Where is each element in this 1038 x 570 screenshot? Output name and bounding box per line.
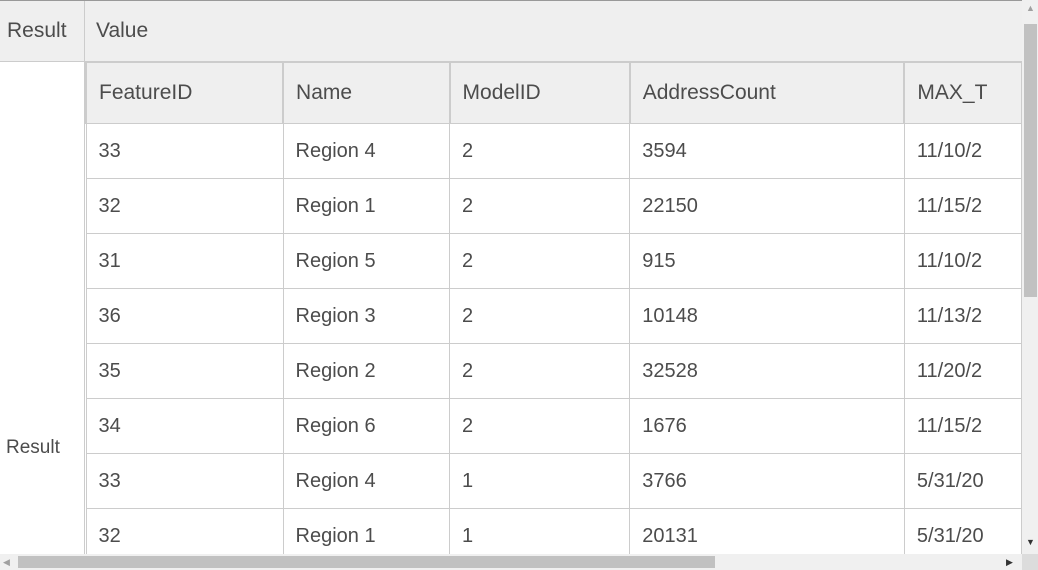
table-cell: Region 4 (282, 123, 451, 179)
table-cell: 5/31/20 (903, 508, 1022, 554)
column-header-featureid[interactable]: FeatureID (84, 62, 284, 124)
table-row: 33 Region 4 1 3766 5/31/20 (85, 453, 1022, 509)
table-cell: 32528 (629, 343, 905, 399)
scroll-right-icon[interactable]: ▶ (1006, 558, 1013, 567)
table-row: 34 Region 6 2 1676 11/15/2 (85, 398, 1022, 454)
table-cell: 5/31/20 (903, 453, 1022, 509)
table-row: 31 Region 5 2 915 11/10/2 (85, 233, 1022, 289)
scroll-up-icon[interactable]: ▲ (1026, 4, 1035, 13)
vertical-scrollbar[interactable]: ▲ ▼ (1022, 0, 1038, 554)
table-cell: Region 5 (282, 233, 451, 289)
vertical-scroll-thumb[interactable] (1024, 24, 1037, 297)
column-header-name[interactable]: Name (282, 62, 451, 124)
table-cell: 32 (85, 178, 284, 234)
column-header-max_t[interactable]: MAX_T (903, 62, 1022, 124)
table-cell: 2 (449, 343, 631, 399)
table-cell: 36 (85, 288, 284, 344)
table-row: 36 Region 3 2 10148 11/13/2 (85, 288, 1022, 344)
scroll-left-icon[interactable]: ◀ (3, 558, 10, 567)
table-row: 32 Region 1 1 20131 5/31/20 (85, 508, 1022, 554)
table-cell: 10148 (629, 288, 905, 344)
table-cell: 33 (85, 123, 284, 179)
table-cell: 2 (449, 288, 631, 344)
table-cell: 31 (85, 233, 284, 289)
table-cell: 2 (449, 398, 631, 454)
table-cell: 1676 (629, 398, 905, 454)
table-cell: 915 (629, 233, 905, 289)
table-cell: 11/15/2 (903, 398, 1022, 454)
table-cell: 22150 (629, 178, 905, 234)
horizontal-scrollbar[interactable]: ◀ ▶ (0, 554, 1022, 570)
table-cell: 34 (85, 398, 284, 454)
table-cell: Region 2 (282, 343, 451, 399)
table-cell: 11/13/2 (903, 288, 1022, 344)
table-cell: 11/10/2 (903, 233, 1022, 289)
table-cell: 35 (85, 343, 284, 399)
scroll-down-icon[interactable]: ▼ (1026, 538, 1035, 547)
table-cell: Region 4 (282, 453, 451, 509)
table-cell: Region 6 (282, 398, 451, 454)
value-table: FeatureID Name ModelID AddressCount MAX_T 33… (84, 62, 1022, 554)
column-header-addresscount[interactable]: AddressCount (628, 62, 905, 124)
table-cell: 11/15/2 (903, 178, 1022, 234)
outer-header-row: Result Value (0, 1, 1022, 62)
table-cell: Region 1 (282, 178, 451, 234)
table-cell: 2 (449, 178, 631, 234)
horizontal-scroll-thumb[interactable] (18, 556, 715, 568)
table-header-row: FeatureID Name ModelID AddressCount MAX_T (84, 62, 1022, 124)
table-cell: Region 1 (282, 508, 451, 554)
result-row-label: Result (0, 62, 85, 554)
table-cell: 33 (85, 453, 284, 509)
table-cell: 1 (449, 508, 631, 554)
table-cell: 11/10/2 (903, 123, 1022, 179)
table-row: 32 Region 1 2 22150 11/15/2 (85, 178, 1022, 234)
table-cell: 1 (449, 453, 631, 509)
result-column-header: Result (0, 1, 85, 61)
table-cell: 3766 (629, 453, 905, 509)
table-cell: 3594 (629, 123, 905, 179)
table-cell: 2 (449, 123, 631, 179)
scrollbar-corner (1022, 554, 1038, 570)
column-header-modelid[interactable]: ModelID (448, 62, 631, 124)
value-column-header: Value (96, 19, 149, 42)
table-row: 33 Region 4 2 3594 11/10/2 (85, 123, 1022, 179)
table-row: 35 Region 2 2 32528 11/20/2 (85, 343, 1022, 399)
table-cell: 2 (449, 233, 631, 289)
table-cell: Region 3 (282, 288, 451, 344)
results-view: Result Value Result FeatureID Name ModelID… (0, 0, 1022, 554)
table-cell: 11/20/2 (903, 343, 1022, 399)
table-cell: 32 (85, 508, 284, 554)
table-cell: 20131 (629, 508, 905, 554)
